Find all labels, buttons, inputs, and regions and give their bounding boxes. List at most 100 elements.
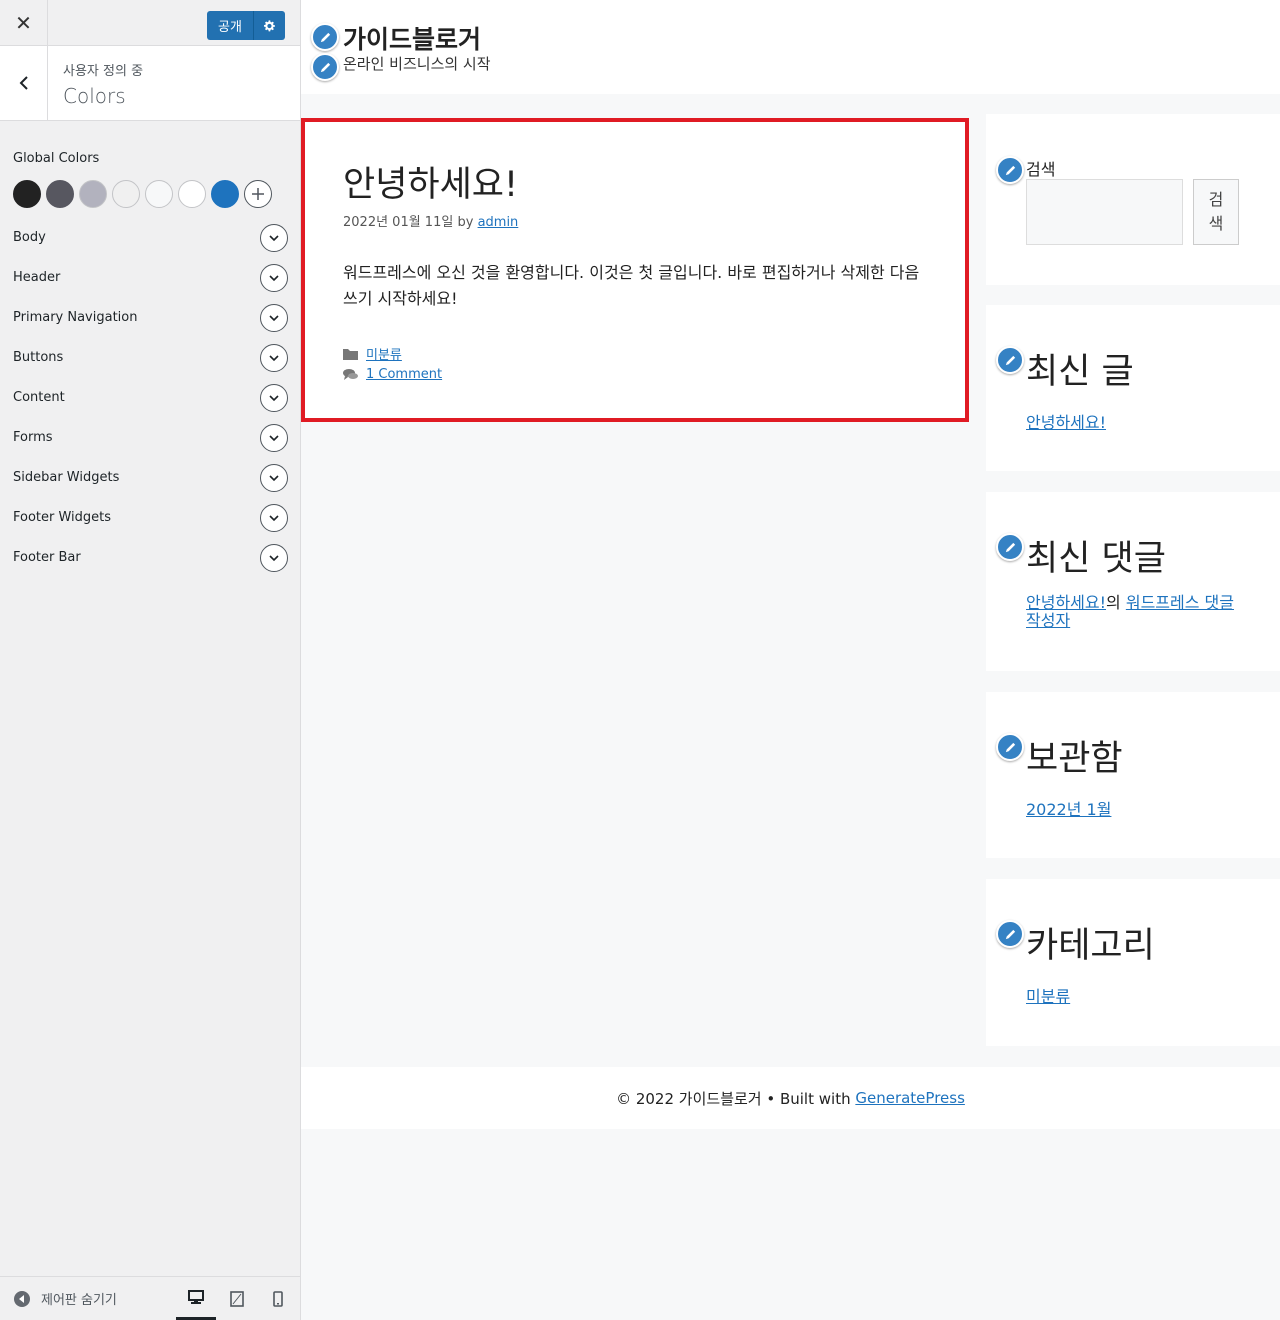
expand-button[interactable] [260,224,288,252]
color-group-body[interactable]: Body [0,219,300,259]
chevron-down-icon [269,354,279,361]
pencil-icon [1005,742,1015,752]
chevron-down-icon [269,394,279,401]
expand-button[interactable] [260,464,288,492]
recent-posts-widget: 최신 글 안녕하세요! [986,305,1280,471]
hide-controls-label: 제어판 숨기기 [41,1293,117,1308]
color-group-content[interactable]: Content [0,379,300,419]
expand-button[interactable] [260,424,288,452]
color-group-label: Header [13,270,61,285]
pencil-icon [320,32,330,42]
color-group-footer-widgets[interactable]: Footer Widgets [0,499,300,539]
search-button[interactable]: 검색 [1193,179,1239,245]
chevron-down-icon [269,474,279,481]
desktop-icon [188,1290,204,1304]
widget-title: 카테고리 [1026,926,1155,966]
category-link[interactable]: 미분류 [1026,983,1070,1007]
gear-icon [263,19,275,31]
edit-shortcut-button[interactable] [996,733,1024,761]
add-color-button[interactable] [244,180,272,208]
site-title[interactable]: 가이드블로거 [343,20,481,56]
recent-comment-item: 안녕하세요!의 워드프레스 댓글 작성자 [1026,594,1246,630]
color-swatch[interactable] [46,180,74,208]
edit-shortcut-button[interactable] [996,156,1024,184]
color-group-label: Buttons [13,350,64,365]
post-by: by [457,215,474,230]
expand-button[interactable] [260,344,288,372]
color-group-sidebar-widgets[interactable]: Sidebar Widgets [0,459,300,499]
widget-title: 최신 글 [1026,352,1134,392]
customizer-header: ✕ 공개 [0,0,300,46]
customizer-panel: ✕ 공개 사용자 정의 중 Colors Global Colors Body [0,0,301,1320]
site-footer: © 2022 가이드블로거 • Built with GeneratePress [301,1067,1280,1129]
chevron-down-icon [269,234,279,241]
color-swatch[interactable] [178,180,206,208]
global-colors-palette [13,180,272,208]
post-comments: 1 Comment [343,367,442,382]
color-group-label: Body [13,230,46,245]
chevron-down-icon [269,434,279,441]
plus-icon [252,188,264,200]
search-input[interactable] [1026,179,1183,245]
preview-mobile-button[interactable] [258,1277,298,1320]
footer-theme-link[interactable]: GeneratePress [855,1089,965,1107]
comment-post-link[interactable]: 안녕하세요! [1026,593,1106,612]
edit-shortcut-button[interactable] [996,920,1024,948]
chevron-down-icon [269,514,279,521]
breadcrumb: 사용자 정의 중 [63,64,144,79]
expand-button[interactable] [260,504,288,532]
edit-shortcut-button[interactable] [996,533,1024,561]
color-group-forms[interactable]: Forms [0,419,300,459]
color-swatch[interactable] [145,180,173,208]
color-group-header[interactable]: Header [0,259,300,299]
recent-post-link[interactable]: 안녕하세요! [1026,409,1106,433]
archives-widget: 보관함 2022년 1월 [986,692,1280,858]
publish-button[interactable]: 공개 [207,11,254,40]
color-group-footer-bar[interactable]: Footer Bar [0,539,300,579]
widget-title: 최신 댓글 [1026,539,1166,579]
post-author-link[interactable]: admin [478,215,519,230]
edit-shortcut-button[interactable] [311,53,339,81]
preview-tablet-button[interactable] [217,1277,257,1320]
post-content: 워드프레스에 오신 것을 환영합니다. 이것은 첫 글입니다. 바로 편집하거나… [343,263,920,308]
color-swatch[interactable] [211,180,239,208]
edit-shortcut-button[interactable] [996,346,1024,374]
collapse-arrow-icon [14,1290,30,1307]
color-group-label: Footer Bar [13,550,81,565]
site-preview: 가이드블로거 온라인 비즈니스의 시작 안녕하세요! 2022년 01월 11일… [301,0,1280,1320]
expand-button[interactable] [260,544,288,572]
close-customizer-button[interactable]: ✕ [0,0,48,46]
color-group-primary-navigation[interactable]: Primary Navigation [0,299,300,339]
color-swatch[interactable] [112,180,140,208]
widget-title: 보관함 [1026,739,1123,779]
comment-connector: 의 [1106,593,1121,612]
close-icon: ✕ [15,11,32,35]
color-group-label: Footer Widgets [13,510,112,525]
pencil-icon [320,62,330,72]
back-button[interactable] [0,46,48,120]
category-link[interactable]: 미분류 [366,344,402,363]
chevron-down-icon [269,274,279,281]
footer-copyright: © 2022 가이드블로거 • Built with [616,1089,851,1108]
publish-settings-button[interactable] [254,11,285,40]
color-group-label: Content [13,390,65,405]
search-label: 검색 [1026,160,1056,179]
expand-button[interactable] [260,384,288,412]
color-group-buttons[interactable]: Buttons [0,339,300,379]
tablet-icon [230,1291,244,1307]
chevron-down-icon [269,314,279,321]
folder-icon [343,348,358,360]
expand-button[interactable] [260,264,288,292]
post-title[interactable]: 안녕하세요! [343,156,518,207]
expand-button[interactable] [260,304,288,332]
comments-link[interactable]: 1 Comment [366,367,442,382]
hide-controls-button[interactable]: 제어판 숨기기 [13,1289,117,1308]
color-swatch[interactable] [13,180,41,208]
preview-desktop-button[interactable] [176,1277,216,1320]
chevron-down-icon [269,554,279,561]
pencil-icon [1005,165,1015,175]
edit-shortcut-button[interactable] [311,23,339,51]
chevron-left-icon [19,76,28,90]
archive-link[interactable]: 2022년 1월 [1026,796,1111,820]
color-swatch[interactable] [79,180,107,208]
